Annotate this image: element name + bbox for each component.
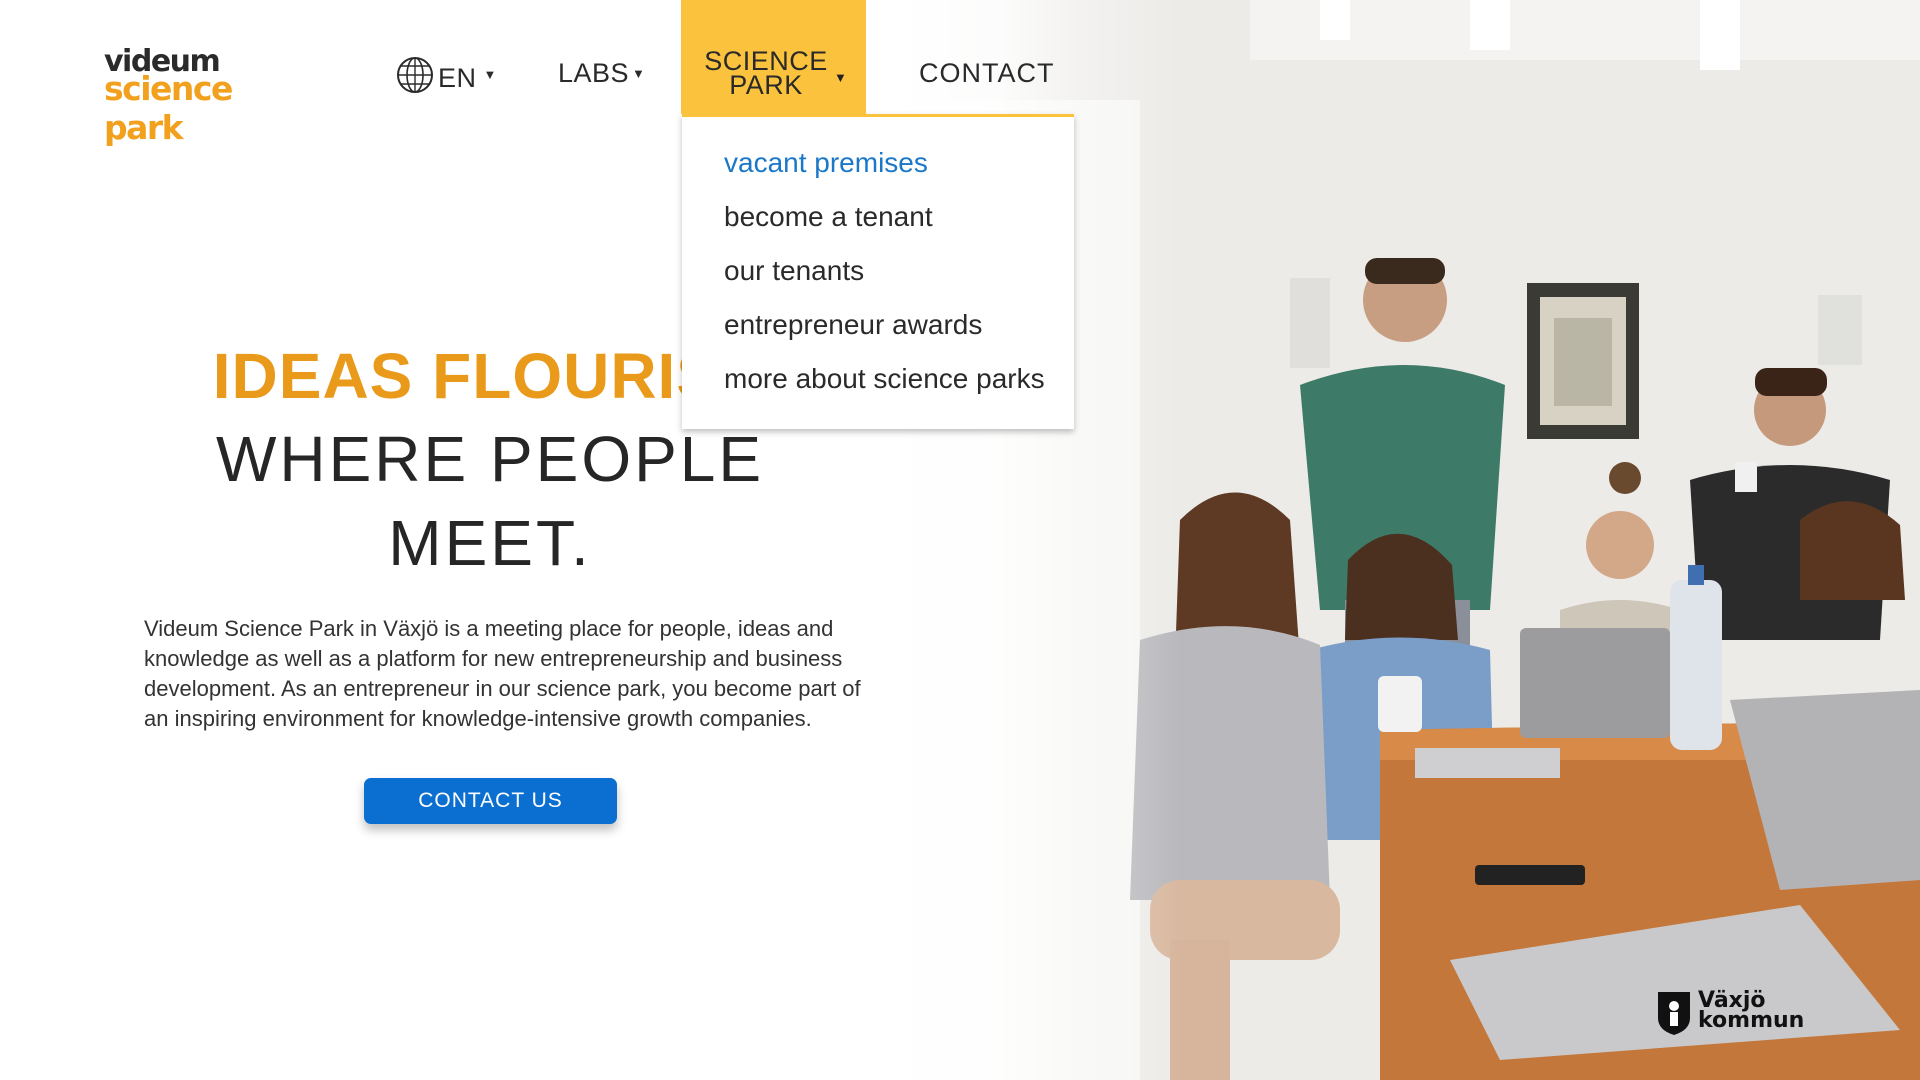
partner-line2: kommun bbox=[1698, 1008, 1805, 1033]
caret-down-icon: ▼ bbox=[483, 67, 497, 82]
headline-line2: WHERE PEOPLE bbox=[215, 423, 765, 495]
headline-line3: MEET. bbox=[388, 507, 592, 579]
nav-labs-label: LABS bbox=[558, 58, 630, 88]
menu-item-more-about-science-parks[interactable]: more about science parks bbox=[724, 363, 1045, 395]
menu-item-become-tenant[interactable]: become a tenant bbox=[724, 201, 933, 233]
vaxjo-crest-icon bbox=[1656, 990, 1692, 1041]
caret-down-icon: ▼ bbox=[632, 66, 646, 81]
nav-science-park[interactable]: SCIENCE PARK ▼ bbox=[681, 0, 866, 114]
menu-item-our-tenants[interactable]: our tenants bbox=[724, 255, 864, 287]
nav-labs[interactable]: LABS ▼ bbox=[558, 58, 645, 89]
science-park-dropdown: vacant premises become a tenant our tena… bbox=[682, 114, 1074, 429]
hero-description: Videum Science Park in Växjö is a meetin… bbox=[144, 616, 861, 731]
videum-logo[interactable]: videum science park bbox=[104, 44, 304, 147]
caret-down-icon: ▼ bbox=[834, 70, 847, 85]
logo-line2: science park bbox=[104, 69, 233, 147]
menu-item-vacant-premises[interactable]: vacant premises bbox=[724, 147, 928, 179]
nav-contact[interactable]: CONTACT bbox=[919, 58, 1055, 89]
language-selector[interactable]: EN ▼ bbox=[396, 56, 497, 101]
language-label: EN bbox=[438, 63, 477, 93]
menu-item-entrepreneur-awards[interactable]: entrepreneur awards bbox=[724, 309, 982, 341]
globe-icon bbox=[396, 56, 434, 101]
contact-us-button[interactable]: CONTACT US bbox=[364, 778, 617, 824]
vaxjo-kommun-logo[interactable]: Växjö kommun bbox=[1656, 988, 1804, 1041]
nav-science-park-line2: PARK bbox=[729, 70, 803, 100]
